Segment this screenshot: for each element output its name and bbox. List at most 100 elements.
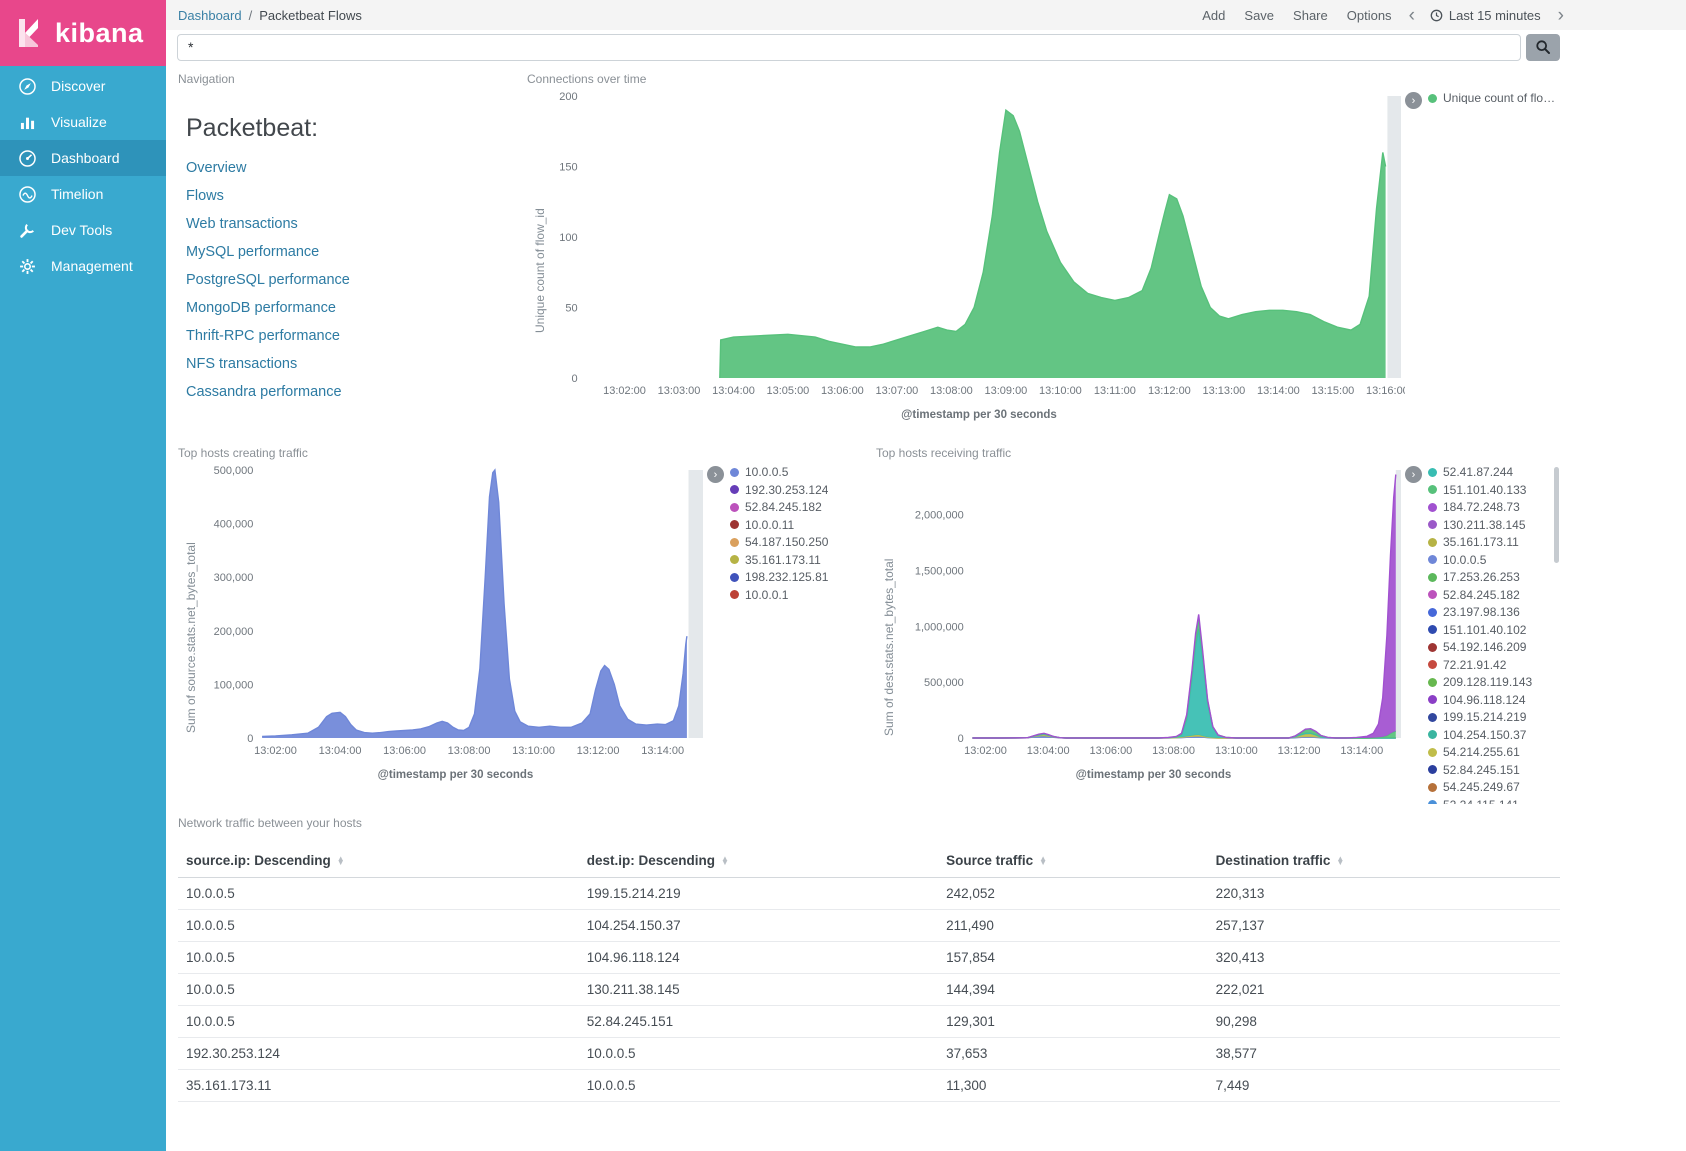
legend-item[interactable]: 104.254.150.37 bbox=[1428, 729, 1532, 741]
table-cell: 222,021 bbox=[1208, 974, 1560, 1006]
nav-link-thrift-rpc-performance[interactable]: Thrift-RPC performance bbox=[186, 329, 517, 344]
nav-link-postgresql-performance[interactable]: PostgreSQL performance bbox=[186, 273, 517, 288]
chevron-left-icon[interactable]: ‹ bbox=[1409, 6, 1415, 25]
add-button[interactable]: Add bbox=[1202, 8, 1225, 23]
y-tick-label: 50 bbox=[565, 303, 577, 315]
sort-icon[interactable]: ▲▼ bbox=[721, 857, 729, 867]
legend-item[interactable]: 52.41.87.244 bbox=[1428, 466, 1532, 478]
column-header-destination-traffic[interactable]: Destination traffic▲▼ bbox=[1208, 844, 1560, 878]
legend-item[interactable]: 130.211.38.145 bbox=[1428, 519, 1532, 531]
legend-item[interactable]: 209.128.119.143 bbox=[1428, 676, 1532, 688]
legend-toggle-button[interactable]: › bbox=[707, 466, 724, 483]
legend-item[interactable]: 10.0.0.11 bbox=[730, 519, 828, 531]
x-axis-title: @timestamp per 30 seconds bbox=[204, 764, 707, 786]
options-button[interactable]: Options bbox=[1347, 8, 1392, 23]
legend-toggle-button[interactable]: › bbox=[1405, 92, 1422, 109]
legend-label: 54.192.146.209 bbox=[1443, 641, 1526, 653]
legend-item[interactable]: 104.96.118.124 bbox=[1428, 694, 1532, 706]
x-tick-label: 13:12:00 bbox=[1278, 745, 1321, 757]
nav-link-mysql-performance[interactable]: MySQL performance bbox=[186, 245, 517, 260]
legend-item[interactable]: 54.214.255.61 bbox=[1428, 746, 1532, 758]
area-series-edge bbox=[972, 619, 1395, 738]
column-header-source-ip[interactable]: source.ip: Descending▲▼ bbox=[178, 844, 579, 878]
legend-item[interactable]: 52.84.245.182 bbox=[1428, 589, 1532, 601]
x-tick-label: 13:08:00 bbox=[930, 385, 973, 397]
legend-item[interactable]: 10.0.0.5 bbox=[1428, 554, 1532, 566]
legend-label: 198.232.125.81 bbox=[745, 571, 828, 583]
sidebar-item-management[interactable]: Management bbox=[0, 248, 166, 284]
legend-item[interactable]: 10.0.0.1 bbox=[730, 589, 828, 601]
legend-item[interactable]: 184.72.248.73 bbox=[1428, 501, 1532, 513]
legend-label: 10.0.0.5 bbox=[1443, 554, 1486, 566]
kibana-logo[interactable]: kibana bbox=[0, 0, 166, 66]
timelion-icon bbox=[17, 184, 38, 205]
table-cell: 52.84.245.151 bbox=[579, 1006, 938, 1038]
x-tick-label: 13:07:00 bbox=[875, 385, 918, 397]
sort-icon[interactable]: ▲▼ bbox=[1039, 857, 1047, 867]
legend-item[interactable]: 35.161.173.11 bbox=[1428, 536, 1532, 548]
legend-scrollbar[interactable] bbox=[1554, 467, 1559, 563]
legend-label: 104.96.118.124 bbox=[1443, 694, 1526, 706]
legend-item[interactable]: 52.84.245.182 bbox=[730, 501, 828, 513]
table-row: 10.0.0.5199.15.214.219242,052220,313 bbox=[178, 878, 1560, 910]
legend-item[interactable]: 54.187.150.250 bbox=[730, 536, 828, 548]
x-tick-label: 13:10:00 bbox=[1215, 745, 1258, 757]
nav-link-cassandra-performance[interactable]: Cassandra performance bbox=[186, 385, 517, 400]
legend-item[interactable]: 151.101.40.102 bbox=[1428, 624, 1532, 636]
table-cell: 192.30.253.124 bbox=[178, 1038, 579, 1070]
breadcrumb-dashboard-link[interactable]: Dashboard bbox=[178, 8, 242, 23]
legend-item[interactable]: 72.21.91.42 bbox=[1428, 659, 1532, 671]
sidebar-item-timelion[interactable]: Timelion bbox=[0, 176, 166, 212]
legend-color-dot bbox=[730, 468, 739, 477]
legend-item[interactable]: 192.30.253.124 bbox=[730, 484, 828, 496]
time-picker[interactable]: Last 15 minutes bbox=[1430, 8, 1541, 23]
nav-link-nfs-transactions[interactable]: NFS transactions bbox=[186, 357, 517, 372]
panel-navigation: Navigation Packetbeat: OverviewFlowsWeb … bbox=[178, 72, 527, 426]
nav-link-web-transactions[interactable]: Web transactions bbox=[186, 217, 517, 232]
legend-item[interactable]: 54.245.249.67 bbox=[1428, 781, 1532, 793]
y-tick-label: 0 bbox=[571, 373, 577, 385]
legend-color-dot bbox=[1428, 765, 1437, 774]
column-header-source-traffic[interactable]: Source traffic▲▼ bbox=[938, 844, 1207, 878]
legend-item[interactable]: 199.15.214.219 bbox=[1428, 711, 1532, 723]
legend-item[interactable]: 198.232.125.81 bbox=[730, 571, 828, 583]
search-input[interactable] bbox=[177, 34, 1521, 61]
sidebar-item-dev-tools[interactable]: Dev Tools bbox=[0, 212, 166, 248]
legend-item[interactable]: Unique count of flow… bbox=[1428, 92, 1560, 104]
legend-item[interactable]: 54.192.146.209 bbox=[1428, 641, 1532, 653]
legend-toggle-button[interactable]: › bbox=[1405, 466, 1422, 483]
y-tick-label: 500,000 bbox=[924, 677, 964, 689]
chevron-right-icon[interactable]: › bbox=[1558, 6, 1564, 25]
search-button[interactable] bbox=[1526, 34, 1560, 61]
share-button[interactable]: Share bbox=[1293, 8, 1328, 23]
legend-item[interactable]: 151.101.40.133 bbox=[1428, 484, 1532, 496]
column-header-dest-ip[interactable]: dest.ip: Descending▲▼ bbox=[579, 844, 938, 878]
legend-list: Unique count of flow… bbox=[1428, 92, 1560, 110]
nav-link-mongodb-performance[interactable]: MongoDB performance bbox=[186, 301, 517, 316]
save-button[interactable]: Save bbox=[1244, 8, 1274, 23]
table-row: 192.30.253.12410.0.0.537,65338,577 bbox=[178, 1038, 1560, 1070]
legend-label: 10.0.0.11 bbox=[745, 519, 794, 531]
receiving-traffic-area-chart[interactable]: 0500,0001,000,0001,500,0002,000,00013:02… bbox=[902, 464, 1405, 764]
discover-icon bbox=[17, 76, 38, 97]
legend-item[interactable]: 52.84.245.151 bbox=[1428, 764, 1532, 776]
chart-legend: › 10.0.0.5 192.30.253.124 52.84.245.182 10.0… bbox=[707, 464, 862, 786]
connections-area-chart[interactable]: 05010015020013:02:0013:03:0013:04:0013:0… bbox=[553, 90, 1405, 404]
legend-item[interactable]: 52.24.115.141 bbox=[1428, 799, 1532, 805]
sidebar-item-label: Timelion bbox=[51, 186, 103, 202]
legend-color-dot bbox=[1428, 608, 1437, 617]
sidebar-item-discover[interactable]: Discover bbox=[0, 68, 166, 104]
nav-link-flows[interactable]: Flows bbox=[186, 189, 517, 204]
sort-icon[interactable]: ▲▼ bbox=[1336, 857, 1344, 867]
sidebar-item-dashboard[interactable]: Dashboard bbox=[0, 140, 166, 176]
endzone-marker bbox=[689, 470, 704, 738]
legend-item[interactable]: 17.253.26.253 bbox=[1428, 571, 1532, 583]
nav-link-overview[interactable]: Overview bbox=[186, 161, 517, 176]
legend-item[interactable]: 23.197.98.136 bbox=[1428, 606, 1532, 618]
sidebar-item-visualize[interactable]: Visualize bbox=[0, 104, 166, 140]
sort-icon[interactable]: ▲▼ bbox=[337, 857, 345, 867]
legend-item[interactable]: 35.161.173.11 bbox=[730, 554, 828, 566]
legend-item[interactable]: 10.0.0.5 bbox=[730, 466, 828, 478]
dashboard-icon bbox=[17, 148, 38, 169]
creating-traffic-area-chart[interactable]: 0100,000200,000300,000400,000500,00013:0… bbox=[204, 464, 707, 764]
